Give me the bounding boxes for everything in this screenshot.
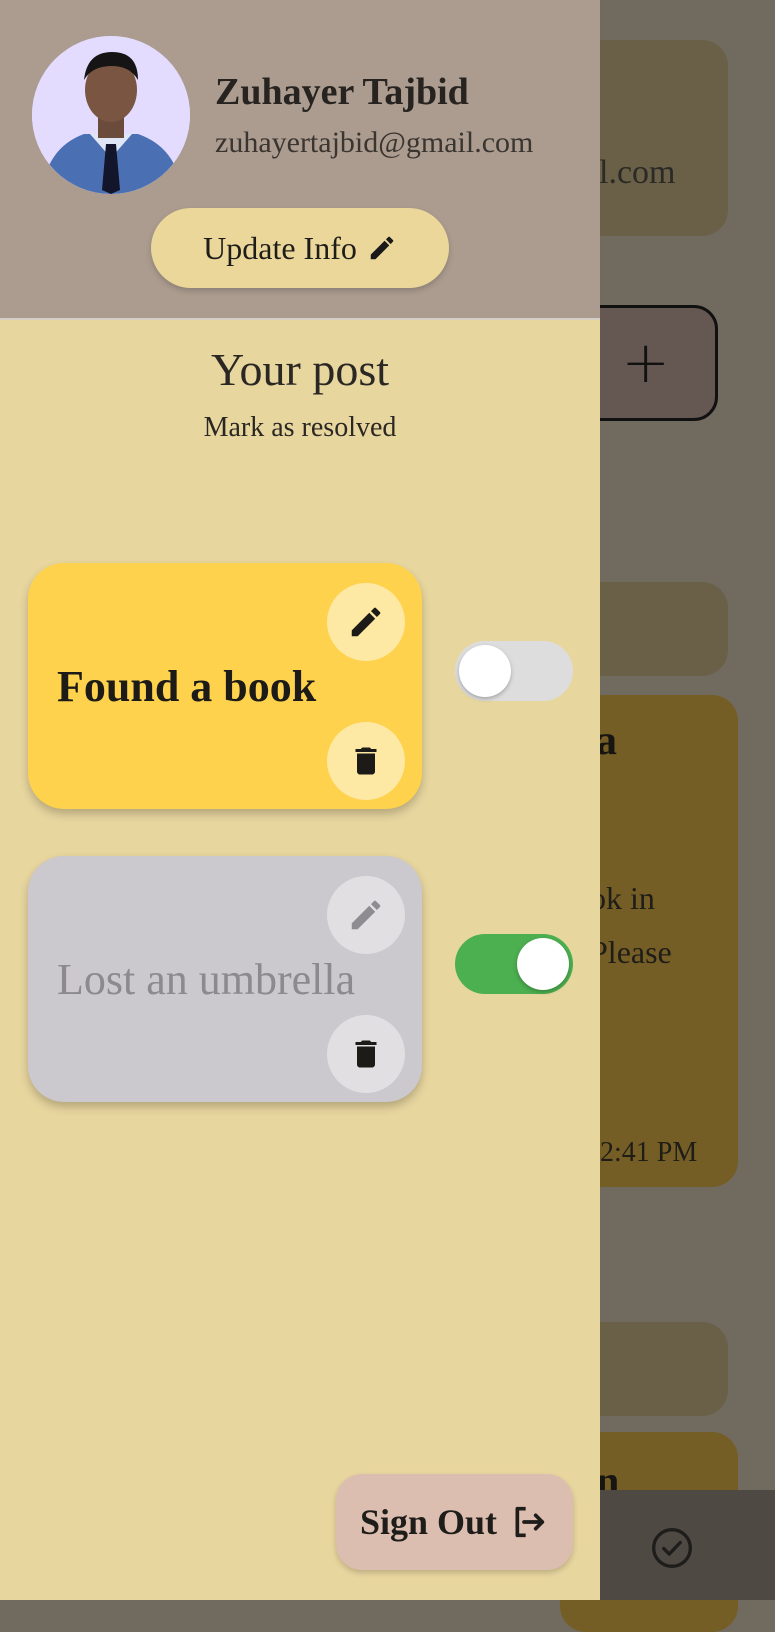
resolved-toggle[interactable] xyxy=(455,934,573,994)
plus-icon: + xyxy=(621,328,670,396)
section-subtitle: Mark as resolved xyxy=(203,412,397,443)
pencil-icon xyxy=(351,607,381,637)
update-info-label: Update Info xyxy=(203,229,357,266)
user-email: zuhayertajbid@gmail.com xyxy=(215,126,534,159)
edit-post-button[interactable] xyxy=(327,876,405,954)
background-post-text-fragment: Please xyxy=(590,934,672,970)
trash-icon xyxy=(355,747,377,775)
resolved-toggle[interactable] xyxy=(455,641,573,701)
navigation-drawer: Zuhayer Tajbid zuhayertajbid@gmail.com U… xyxy=(0,0,600,1600)
background-email-fragment: l.com xyxy=(599,154,676,191)
user-name: Zuhayer Tajbid xyxy=(215,71,469,113)
profile-header: Zuhayer Tajbid zuhayertajbid@gmail.com U… xyxy=(0,0,600,320)
toggle-knob xyxy=(517,938,569,990)
sign-out-button[interactable]: Sign Out xyxy=(336,1474,573,1570)
pencil-icon xyxy=(370,236,394,260)
pencil-icon xyxy=(351,900,381,930)
update-info-button[interactable]: Update Info xyxy=(151,208,449,288)
background-post-time-fragment: 2:41 PM xyxy=(600,1137,698,1168)
sign-out-icon xyxy=(515,1506,545,1538)
trash-icon xyxy=(355,1040,377,1068)
avatar[interactable] xyxy=(32,36,190,194)
toggle-knob xyxy=(459,645,511,697)
post-card[interactable]: Lost an umbrella xyxy=(28,856,422,1102)
post-card[interactable]: Found a book xyxy=(28,563,422,809)
section-title: Your post xyxy=(210,344,390,395)
post-title: Found a book xyxy=(57,662,317,711)
edit-post-button[interactable] xyxy=(327,583,405,661)
check-circle-icon xyxy=(652,1528,692,1568)
avatar-image xyxy=(32,36,190,194)
delete-post-button[interactable] xyxy=(327,1015,405,1093)
delete-post-button[interactable] xyxy=(327,722,405,800)
post-title: Lost an umbrella xyxy=(57,955,356,1004)
sign-out-label: Sign Out xyxy=(359,1502,498,1542)
